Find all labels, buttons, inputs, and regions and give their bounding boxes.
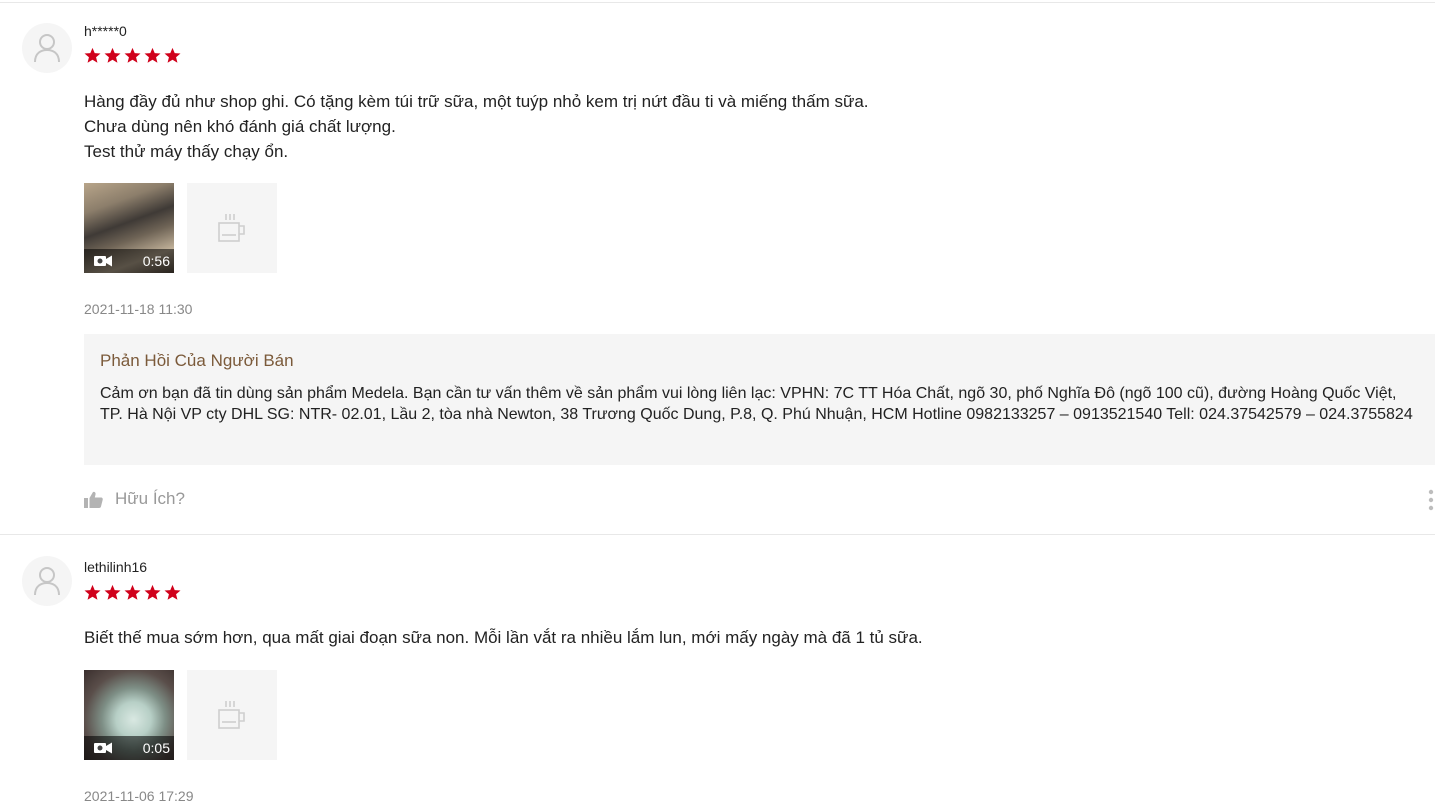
seller-reply-title: Phản Hồi Của Người Bán <box>100 351 294 370</box>
review-text-line: Biết thế mua sớm hơn, qua mất giai đoạn … <box>84 628 923 647</box>
video-duration: 0:05 <box>142 740 170 756</box>
image-thumbnail-placeholder[interactable] <box>187 670 277 760</box>
seller-reply-text: Cảm ơn bạn đã tin dùng sản phẩm Medela. … <box>100 385 1413 423</box>
star-icon <box>124 584 141 600</box>
star-icon <box>124 47 141 63</box>
rating-stars <box>84 584 181 601</box>
image-thumbnail-placeholder[interactable] <box>187 183 277 273</box>
rating-stars <box>84 47 181 64</box>
divider <box>0 2 1435 3</box>
star-icon <box>104 47 121 63</box>
reviewer-username: h*****0 <box>84 23 127 39</box>
reviews-page: h*****0 Hàng đầy đủ như shop ghi. Có tặn… <box>0 0 1445 804</box>
video-thumbnail[interactable]: 0:05 <box>84 670 174 760</box>
review-text-line: Hàng đầy đủ như shop ghi. Có tặng kèm tú… <box>84 92 869 111</box>
review-timestamp: 2021-11-18 11:30 <box>84 301 193 317</box>
star-icon <box>84 47 101 63</box>
avatar[interactable] <box>22 23 72 73</box>
helpful-button[interactable]: Hữu Ích? <box>84 489 185 509</box>
review-content: Hàng đầy đủ như shop ghi. Có tặng kèm tú… <box>84 89 869 164</box>
review-timestamp: 2021-11-06 17:29 <box>84 788 194 804</box>
coffee-cup-icon <box>218 701 245 729</box>
video-bar: 0:05 <box>84 736 174 760</box>
helpful-label: Hữu Ích? <box>115 489 185 508</box>
avatar[interactable] <box>22 556 72 606</box>
reviewer-username: lethilinh16 <box>84 559 148 575</box>
star-icon <box>164 47 181 63</box>
video-camera-icon <box>94 742 112 754</box>
video-thumbnail[interactable]: 0:56 <box>84 183 174 273</box>
review-text-line: Test thử máy thấy chạy ổn. <box>84 142 289 161</box>
user-icon <box>34 34 60 63</box>
star-icon <box>144 584 161 600</box>
thumbs-up-icon <box>84 491 103 508</box>
user-icon <box>34 567 60 596</box>
star-icon <box>144 47 161 63</box>
video-camera-icon <box>94 255 112 267</box>
video-duration: 0:56 <box>142 253 170 269</box>
review-media: 0:56 <box>84 183 277 273</box>
review-media: 0:05 <box>84 670 277 760</box>
more-vertical-icon[interactable] <box>1428 489 1434 511</box>
video-bar: 0:56 <box>84 249 174 273</box>
star-icon <box>104 584 121 600</box>
star-icon <box>164 584 181 600</box>
divider <box>0 534 1435 535</box>
coffee-cup-icon <box>218 214 245 242</box>
review-text-line: Chưa dùng nên khó đánh giá chất lượng. <box>84 117 396 136</box>
review-content: Biết thế mua sớm hơn, qua mất giai đoạn … <box>84 625 923 650</box>
star-icon <box>84 584 101 600</box>
seller-reply: Phản Hồi Của Người Bán Cảm ơn bạn đã tin… <box>84 334 1435 465</box>
